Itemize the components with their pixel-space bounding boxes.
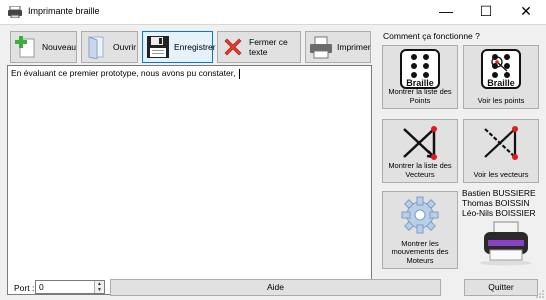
- show-vectors-list-button[interactable]: Montrer la liste des Vecteurs: [382, 119, 458, 183]
- help-button[interactable]: Aide: [110, 279, 441, 296]
- braille-cell-pointer-icon: Braille: [481, 49, 521, 89]
- braille-word-2: Braille: [487, 78, 515, 88]
- save-button[interactable]: Enregistrer: [142, 31, 216, 63]
- printer-icon: [310, 36, 332, 59]
- credit-line: Bastien BUSSIERE: [462, 188, 536, 198]
- braille-printer-icon: [480, 221, 532, 266]
- save-button-label: Enregistrer: [174, 42, 216, 52]
- open-button-label: Ouvrir: [113, 42, 137, 52]
- maximize-button[interactable]: ☐: [466, 0, 506, 22]
- window-title: Imprimante braille: [28, 6, 100, 16]
- view-points-label: Voir les points: [477, 95, 525, 105]
- title-bar: Imprimante braille — ☐ ✕: [0, 0, 546, 24]
- close-text-button-label: Fermer ce texte: [249, 37, 288, 57]
- text-caret: [238, 68, 240, 79]
- print-button-label: Imprimer: [337, 42, 371, 52]
- show-motor-moves-button[interactable]: Montrer les mouvements des Moteurs: [382, 191, 458, 269]
- show-points-list-label: Montrer la liste des Points: [388, 87, 452, 105]
- open-folder-icon: [88, 36, 104, 59]
- credit-line: Léo-Nils BOISSIER: [462, 208, 536, 218]
- minimize-button[interactable]: —: [426, 0, 466, 22]
- app-printer-icon: [8, 6, 22, 18]
- credit-line: Thomas BOISSIN: [462, 198, 530, 208]
- red-x-icon: [224, 38, 242, 56]
- port-label: Port :: [14, 283, 35, 293]
- braille-cell-icon: Braille: [400, 49, 440, 89]
- show-motor-moves-label: Montrer les mouvements des Moteurs: [391, 238, 449, 265]
- new-button-label: Nouveau: [42, 42, 77, 52]
- port-value: 0: [39, 282, 44, 292]
- resize-grip-icon[interactable]: [536, 290, 544, 298]
- text-editor[interactable]: En évaluant ce premier prototype, nous a…: [7, 65, 372, 295]
- main-form: Nouveau Ouvrir Enregistrer Fermer ce tex…: [0, 24, 546, 300]
- floppy-disk-icon: [147, 36, 169, 58]
- quit-button[interactable]: Quitter: [464, 279, 538, 296]
- vector-dashed-arrows-icon: [484, 126, 518, 160]
- close-text-button[interactable]: Fermer ce texte: [217, 31, 301, 63]
- show-vectors-list-label: Montrer la liste des Vecteurs: [388, 161, 452, 179]
- view-points-button[interactable]: Braille Voir les points: [463, 45, 539, 109]
- gear-icon: [401, 196, 439, 234]
- credits: Bastien BUSSIERE Thomas BOISSIN Léo-Nils…: [462, 188, 536, 218]
- view-vectors-button[interactable]: Voir les vecteurs: [463, 119, 539, 183]
- print-button[interactable]: Imprimer: [305, 31, 371, 63]
- new-button[interactable]: Nouveau: [10, 31, 77, 63]
- editor-text: En évaluant ce premier prototype, nous a…: [11, 68, 238, 78]
- port-stepper[interactable]: 0 ▲ ▼: [35, 280, 105, 294]
- spin-down-icon[interactable]: ▼: [95, 287, 104, 293]
- view-vectors-label: Voir les vecteurs: [473, 169, 529, 179]
- port-spin-buttons[interactable]: ▲ ▼: [94, 281, 104, 293]
- close-window-button[interactable]: ✕: [506, 0, 546, 22]
- help-group-title: Comment ça fonctionne ?: [383, 31, 480, 41]
- vector-arrows-icon: [403, 126, 437, 160]
- plus-document-icon: [15, 36, 35, 58]
- open-button[interactable]: Ouvrir: [81, 31, 138, 63]
- show-points-list-button[interactable]: Braille Montrer la liste des Points: [382, 45, 458, 109]
